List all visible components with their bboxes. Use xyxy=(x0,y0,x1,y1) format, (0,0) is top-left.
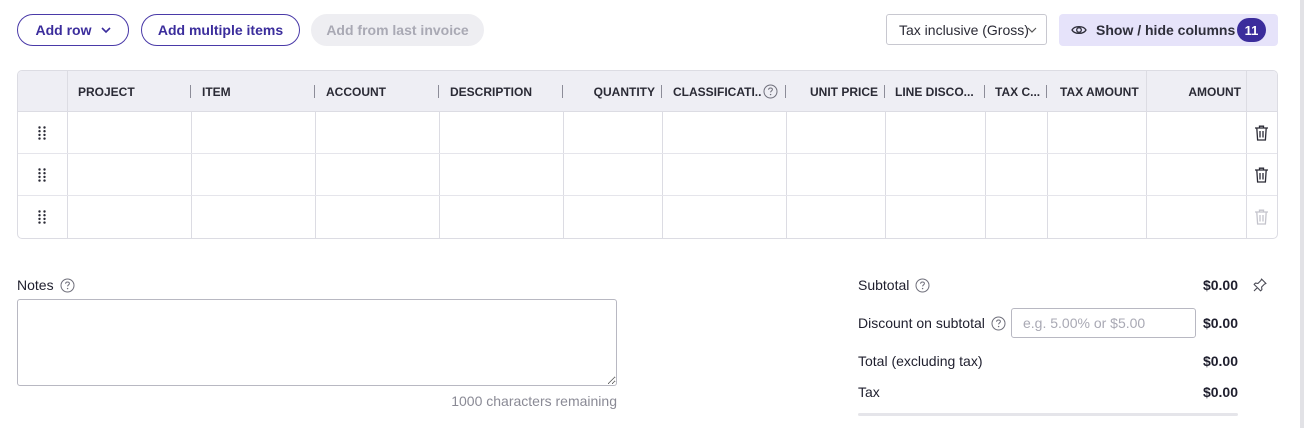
show-hide-columns-label: Show / hide columns xyxy=(1096,22,1236,38)
subtotal-row: Subtotal $0.00 xyxy=(858,275,1238,295)
columns-count-badge: 11 xyxy=(1237,18,1266,42)
total-excluding-tax-label: Total (excluding tax) xyxy=(858,353,983,369)
column-header-classification[interactable]: CLASSIFICATI... xyxy=(673,71,761,112)
total-excluding-tax-value: $0.00 xyxy=(1202,353,1238,369)
help-circle-icon[interactable] xyxy=(60,278,75,293)
help-circle-icon[interactable] xyxy=(915,278,930,293)
column-header-line-discount[interactable]: LINE DISCO... xyxy=(895,71,983,112)
subtotal-value: $0.00 xyxy=(1202,277,1238,293)
column-header-amount[interactable]: AMOUNT xyxy=(1148,71,1241,112)
line-items-toolbar: Add row Add multiple items Add from last… xyxy=(17,14,1278,46)
add-multiple-items-label: Add multiple items xyxy=(157,22,284,38)
eye-icon xyxy=(1071,25,1087,35)
scrollbar-thumb[interactable] xyxy=(1300,0,1304,428)
tax-value: $0.00 xyxy=(1202,384,1238,400)
tax-mode-select[interactable]: Tax inclusive (Gross) xyxy=(886,14,1047,45)
column-header-description[interactable]: DESCRIPTION xyxy=(450,71,560,112)
trash-icon[interactable] xyxy=(1254,167,1269,183)
column-header-tax-amount[interactable]: TAX AMOUNT xyxy=(1060,71,1145,112)
discount-input[interactable] xyxy=(1011,308,1196,338)
column-resize-handle[interactable] xyxy=(984,85,985,98)
help-circle-icon[interactable] xyxy=(991,316,1006,331)
trash-icon xyxy=(1255,209,1268,225)
tax-label: Tax xyxy=(858,384,880,400)
column-header-project[interactable]: PROJECT xyxy=(78,71,188,112)
column-resize-handle[interactable] xyxy=(884,85,885,98)
chevron-down-icon xyxy=(1027,27,1037,33)
discount-label: Discount on subtotal xyxy=(858,315,985,331)
table-header: PROJECT ITEM ACCOUNT DESCRIPTION QUANTIT… xyxy=(18,71,1277,112)
drag-handle-icon[interactable] xyxy=(37,168,47,182)
add-row-button[interactable]: Add row xyxy=(17,14,129,46)
add-from-last-invoice-label: Add from last invoice xyxy=(326,22,469,38)
column-resize-handle[interactable] xyxy=(438,85,439,98)
column-resize-handle[interactable] xyxy=(661,85,662,98)
total-excluding-tax-row: Total (excluding tax) $0.00 xyxy=(858,351,1238,371)
column-resize-handle[interactable] xyxy=(190,85,191,98)
discount-value: $0.00 xyxy=(1202,315,1238,331)
chevron-down-icon xyxy=(100,27,111,34)
column-header-account[interactable]: ACCOUNT xyxy=(326,71,436,112)
add-multiple-items-button[interactable]: Add multiple items xyxy=(141,14,300,46)
tax-mode-value: Tax inclusive (Gross) xyxy=(899,21,1029,38)
pin-icon[interactable] xyxy=(1253,278,1267,292)
line-items-table: PROJECT ITEM ACCOUNT DESCRIPTION QUANTIT… xyxy=(17,70,1278,239)
column-header-unit-price[interactable]: UNIT PRICE xyxy=(788,71,878,112)
tax-row: Tax $0.00 xyxy=(858,382,1238,402)
column-header-item[interactable]: ITEM xyxy=(202,71,312,112)
notes-label: Notes xyxy=(17,277,75,293)
column-header-quantity[interactable]: QUANTITY xyxy=(564,71,655,112)
column-resize-handle[interactable] xyxy=(314,85,315,98)
column-resize-handle[interactable] xyxy=(1046,85,1047,98)
page-scrollbar[interactable] xyxy=(1300,0,1304,428)
notes-textarea[interactable] xyxy=(17,299,617,386)
notes-label-text: Notes xyxy=(17,277,54,293)
table-row[interactable] xyxy=(18,154,1277,196)
trash-icon[interactable] xyxy=(1254,125,1269,141)
add-from-last-invoice-button[interactable]: Add from last invoice xyxy=(311,14,484,46)
notes-characters-remaining: 1000 characters remaining xyxy=(451,393,617,409)
show-hide-columns-button[interactable]: Show / hide columns 11 xyxy=(1059,14,1278,46)
column-header-tax-code[interactable]: TAX C... xyxy=(995,71,1045,112)
help-circle-icon[interactable] xyxy=(763,84,778,99)
drag-handle-icon[interactable] xyxy=(37,210,47,224)
table-row[interactable] xyxy=(18,112,1277,154)
column-resize-handle[interactable] xyxy=(562,85,563,98)
table-row[interactable] xyxy=(18,196,1277,238)
drag-handle-icon[interactable] xyxy=(37,126,47,140)
subtotal-label: Subtotal xyxy=(858,277,910,293)
add-row-label: Add row xyxy=(35,22,92,38)
column-resize-handle[interactable] xyxy=(785,85,786,98)
summary-divider xyxy=(858,413,1238,416)
